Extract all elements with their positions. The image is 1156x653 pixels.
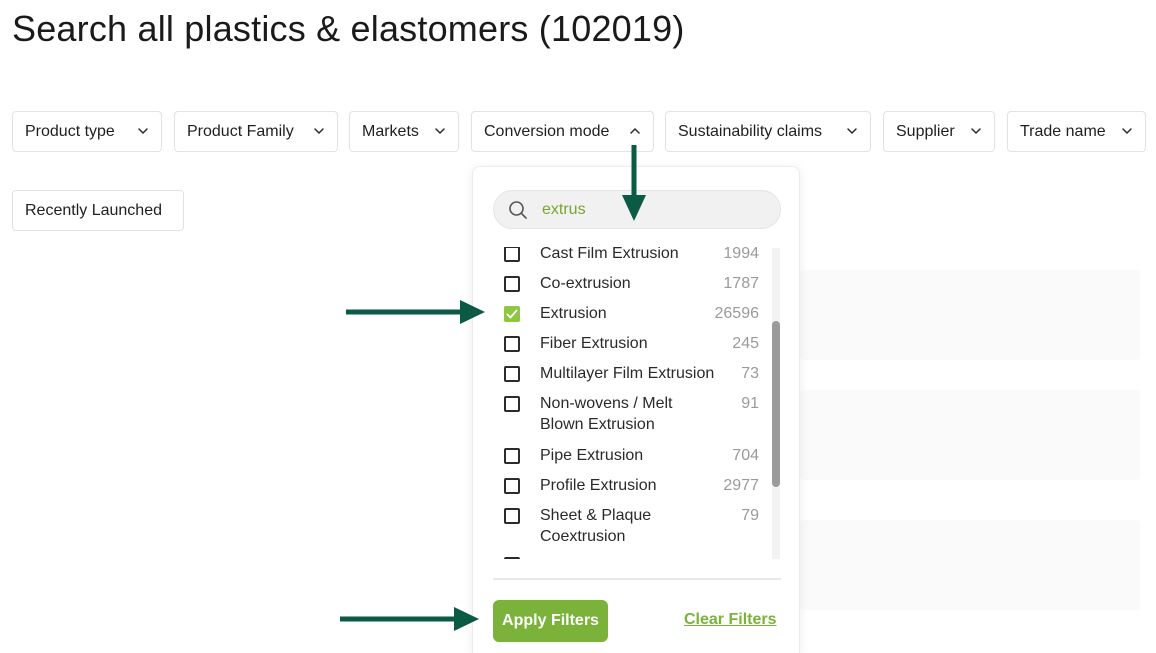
checkbox[interactable] xyxy=(504,336,520,352)
checkbox[interactable] xyxy=(504,508,520,524)
arrow-icon xyxy=(346,300,485,324)
option-count: 2977 xyxy=(723,477,759,494)
filter-label: Recently Launched xyxy=(25,201,162,219)
scrollbar-thumb[interactable] xyxy=(772,321,780,487)
checkbox[interactable] xyxy=(504,247,520,262)
chevron-up-icon xyxy=(629,125,641,137)
option-list[interactable]: Cast Film Extrusion 1994 Co-extrusion 17… xyxy=(473,247,801,559)
chevron-down-icon xyxy=(846,125,858,137)
filter-label: Product type xyxy=(25,122,115,140)
filter-product-family[interactable]: Product Family xyxy=(174,111,338,152)
filter-trade-name[interactable]: Trade name xyxy=(1007,111,1146,152)
option-count: 245 xyxy=(732,335,759,352)
filter-label: Markets xyxy=(362,122,419,140)
chevron-down-icon xyxy=(970,125,982,137)
filter-label: Supplier xyxy=(896,122,955,140)
filter-markets[interactable]: Markets xyxy=(349,111,459,152)
checkbox[interactable] xyxy=(504,276,520,292)
divider xyxy=(493,578,781,580)
checkbox-checked[interactable] xyxy=(504,306,520,322)
option-count: 26596 xyxy=(714,305,760,322)
filter-label: Product Family xyxy=(187,122,294,140)
clear-filters-link[interactable]: Clear Filters xyxy=(684,611,776,629)
conversion-mode-dropdown: Cast Film Extrusion 1994 Co-extrusion 17… xyxy=(472,166,800,653)
results-placeholder xyxy=(800,520,1140,610)
arrow-icon xyxy=(340,607,479,631)
chevron-down-icon xyxy=(434,125,446,137)
option-label: Extrusion xyxy=(540,305,607,322)
checkbox[interactable] xyxy=(504,396,520,412)
chevron-down-icon xyxy=(137,125,149,137)
arrow-icon xyxy=(622,145,646,221)
option-count: 79 xyxy=(741,507,759,524)
results-placeholder xyxy=(800,390,1140,480)
filter-label: Conversion mode xyxy=(484,122,610,140)
filter-supplier[interactable]: Supplier xyxy=(883,111,995,152)
chevron-down-icon xyxy=(1121,125,1133,137)
option-count: 91 xyxy=(741,395,759,412)
option-count: 73 xyxy=(741,365,759,382)
option-count: 1787 xyxy=(723,275,759,292)
option-label: Fiber Extrusion xyxy=(540,335,648,352)
filter-product-type[interactable]: Product type xyxy=(12,111,162,152)
option-label: Pipe Extrusion xyxy=(540,447,644,464)
checkbox[interactable] xyxy=(504,478,520,494)
filter-sustainability-claims[interactable]: Sustainability claims xyxy=(665,111,871,152)
recently-launched-button[interactable]: Recently Launched xyxy=(12,190,184,231)
checkbox[interactable] xyxy=(504,366,520,382)
option-label: Profile Extrusion xyxy=(540,477,657,494)
results-placeholder xyxy=(800,270,1140,360)
filter-label: Trade name xyxy=(1020,122,1106,140)
option-label: Sheet & Plaque Coextrusion xyxy=(540,507,652,545)
checkbox[interactable] xyxy=(504,448,520,464)
apply-filters-button[interactable]: Apply Filters xyxy=(493,600,608,642)
option-label: Cast Film Extrusion xyxy=(540,247,679,262)
option-label: Non-wovens / Melt Blown Extrusion xyxy=(540,395,673,433)
chevron-down-icon xyxy=(313,125,325,137)
option-label: Co-extrusion xyxy=(540,275,631,292)
dropdown-search-input[interactable] xyxy=(542,199,762,221)
option-label: Multilayer Film Extrusion xyxy=(540,365,715,382)
check-icon xyxy=(506,309,518,319)
filter-label: Sustainability claims xyxy=(678,122,823,140)
option-count: 1994 xyxy=(723,247,759,262)
option-count: 704 xyxy=(732,447,759,464)
search-icon xyxy=(508,200,528,220)
page-title: Search all plastics & elastomers (102019… xyxy=(12,8,685,49)
checkbox[interactable] xyxy=(504,557,520,559)
